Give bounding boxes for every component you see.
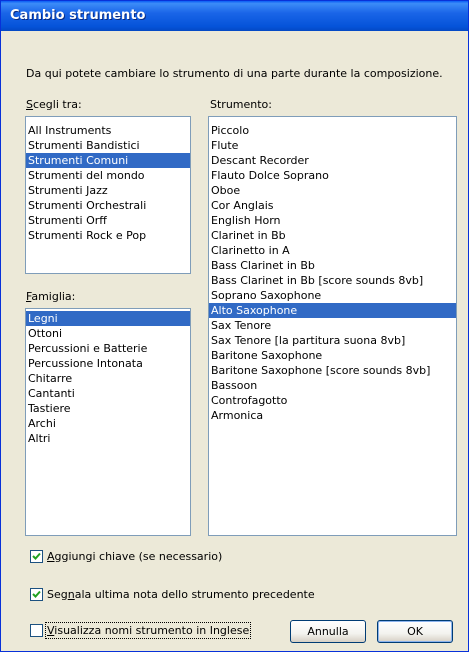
instrument-label: Strumento:: [210, 98, 272, 111]
family-list-item[interactable]: Tastiere: [26, 401, 190, 416]
choose-from-list-item[interactable]: All Instruments: [26, 123, 190, 138]
dialog-title: Cambio strumento: [10, 8, 146, 23]
instrument-list-item[interactable]: Clarinet in Bb: [209, 228, 456, 243]
instrument-list-item[interactable]: Soprano Saxophone: [209, 288, 456, 303]
choose-from-list-item[interactable]: Strumenti Bandistici: [26, 138, 190, 153]
family-listbox[interactable]: Legni Ottoni Percussioni e Batterie Percuss…: [25, 308, 191, 536]
choose-from-list-item[interactable]: Strumenti del mondo: [26, 168, 190, 183]
mark-last-note-checkbox[interactable]: [30, 588, 43, 601]
choose-from-listbox[interactable]: All Instruments Strumenti Bandistici Strum…: [25, 116, 191, 274]
family-list-item[interactable]: Percussione Intonata: [26, 356, 190, 371]
instrument-list-item[interactable]: Controfagotto: [209, 393, 456, 408]
family-label: Famiglia:: [26, 290, 76, 303]
instrument-list-item[interactable]: Clarinetto in A: [209, 243, 456, 258]
instrument-list-item[interactable]: Sax Tenore [la partitura suona 8vb]: [209, 333, 456, 348]
instrument-list-item[interactable]: Alto Saxophone: [209, 303, 456, 318]
instrument-listbox[interactable]: Piccolo Flute Descant Recorder Flauto Dolce…: [208, 116, 457, 536]
instrument-list-item[interactable]: Bass Clarinet in Bb: [209, 258, 456, 273]
english-names-label[interactable]: Visualizza nomi strumento in Inglese: [44, 622, 252, 639]
family-list-item[interactable]: Percussioni e Batterie: [26, 341, 190, 356]
mark-last-note-label[interactable]: Segnala ultima nota dello strumento prec…: [47, 588, 315, 601]
instrument-list-item[interactable]: Sax Tenore: [209, 318, 456, 333]
instrument-list-item[interactable]: Baritone Saxophone [score sounds 8vb]: [209, 363, 456, 378]
family-list-item[interactable]: Ottoni: [26, 326, 190, 341]
dialog-description: Da qui potete cambiare lo strumento di u…: [26, 67, 443, 80]
family-list-item[interactable]: Legni: [26, 311, 190, 326]
instrument-list-item[interactable]: Armonica: [209, 408, 456, 423]
checkmark-icon: [32, 552, 41, 560]
cancel-button[interactable]: Annulla: [290, 620, 366, 643]
add-clef-label[interactable]: Aggiungi chiave (se necessario): [47, 550, 222, 563]
instrument-list-item[interactable]: Baritone Saxophone: [209, 348, 456, 363]
instrument-list-item[interactable]: Bass Clarinet in Bb [score sounds 8vb]: [209, 273, 456, 288]
choose-from-list-item[interactable]: Strumenti Comuni: [26, 153, 190, 168]
family-list-item[interactable]: Altri: [26, 431, 190, 446]
instrument-list-item[interactable]: Cor Anglais: [209, 198, 456, 213]
instrument-list-item[interactable]: Flauto Dolce Soprano: [209, 168, 456, 183]
family-list-item[interactable]: Chitarre: [26, 371, 190, 386]
family-list-item[interactable]: Archi: [26, 416, 190, 431]
family-list-item[interactable]: Cantanti: [26, 386, 190, 401]
ok-button[interactable]: OK: [377, 620, 453, 643]
instrument-list-item[interactable]: Oboe: [209, 183, 456, 198]
change-instrument-dialog: Cambio strumento Da qui potete cambiare …: [0, 0, 469, 652]
choose-from-label: Scegli tra:: [26, 98, 82, 111]
title-bar[interactable]: Cambio strumento: [1, 1, 468, 31]
checkmark-icon: [32, 590, 41, 598]
choose-from-list-item[interactable]: Strumenti Orff: [26, 213, 190, 228]
instrument-list-item[interactable]: Bassoon: [209, 378, 456, 393]
choose-from-list-item[interactable]: Strumenti Orchestrali: [26, 198, 190, 213]
choose-from-list-item[interactable]: Strumenti Jazz: [26, 183, 190, 198]
instrument-list-item[interactable]: Piccolo: [209, 123, 456, 138]
instrument-list-item[interactable]: Flute: [209, 138, 456, 153]
add-clef-checkbox[interactable]: [30, 550, 43, 563]
choose-from-list-item[interactable]: Strumenti Rock e Pop: [26, 228, 190, 243]
english-names-checkbox[interactable]: [30, 624, 43, 637]
instrument-list-item[interactable]: English Horn: [209, 213, 456, 228]
instrument-list-item[interactable]: Descant Recorder: [209, 153, 456, 168]
